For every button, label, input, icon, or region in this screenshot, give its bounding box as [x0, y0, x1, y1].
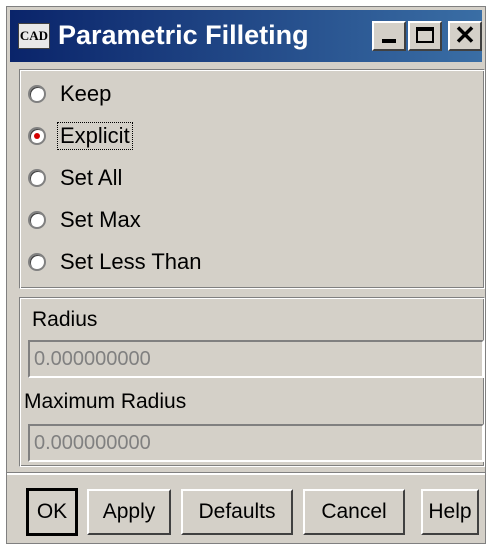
- apply-button[interactable]: Apply: [87, 489, 171, 535]
- radius-label: Radius: [32, 308, 98, 331]
- title-bar[interactable]: CAD Parametric Filleting ✕: [10, 10, 482, 62]
- cancel-button[interactable]: Cancel: [303, 489, 405, 535]
- radio-button-checked-icon[interactable]: [28, 127, 46, 145]
- radio-label: Explicit: [57, 122, 133, 150]
- radio-button-icon[interactable]: [28, 169, 46, 187]
- radio-button-icon[interactable]: [28, 253, 46, 271]
- button-row: OK Apply Defaults Cancel Help: [7, 473, 485, 547]
- radio-set-max[interactable]: Set Max: [28, 202, 143, 238]
- close-icon: ✕: [454, 20, 476, 50]
- radius-group: Radius 0.000000000 Maximum Radius 0.0000…: [19, 297, 485, 467]
- minimize-icon: [382, 39, 396, 43]
- radio-label: Set Max: [60, 207, 141, 232]
- window-title: Parametric Filleting: [58, 20, 309, 50]
- radio-keep[interactable]: Keep: [28, 76, 113, 112]
- radio-label: Set All: [60, 165, 123, 190]
- maximize-icon: [416, 27, 434, 43]
- radio-label: Set Less Than: [60, 249, 202, 274]
- defaults-button[interactable]: Defaults: [181, 489, 293, 535]
- help-button[interactable]: Help: [421, 489, 479, 535]
- parametric-filleting-dialog: CAD Parametric Filleting ✕ Keep Explicit…: [6, 6, 486, 544]
- maximum-radius-label: Maximum Radius: [24, 390, 187, 413]
- radio-button-icon[interactable]: [28, 85, 46, 103]
- maximum-radius-input[interactable]: 0.000000000: [28, 424, 484, 462]
- maximize-button[interactable]: [408, 21, 442, 51]
- radio-set-all[interactable]: Set All: [28, 160, 124, 196]
- radio-label: Keep: [60, 81, 112, 106]
- close-button[interactable]: ✕: [448, 20, 482, 51]
- radius-input[interactable]: 0.000000000: [28, 340, 484, 378]
- ok-button[interactable]: OK: [26, 488, 78, 536]
- radio-button-icon[interactable]: [28, 211, 46, 229]
- radio-explicit[interactable]: Explicit: [28, 118, 133, 154]
- cad-app-icon[interactable]: CAD: [18, 23, 50, 49]
- minimize-button[interactable]: [372, 21, 406, 51]
- radio-set-less-than[interactable]: Set Less Than: [28, 244, 203, 280]
- fillet-mode-group: Keep Explicit Set All Set Max Set Less T…: [19, 69, 485, 289]
